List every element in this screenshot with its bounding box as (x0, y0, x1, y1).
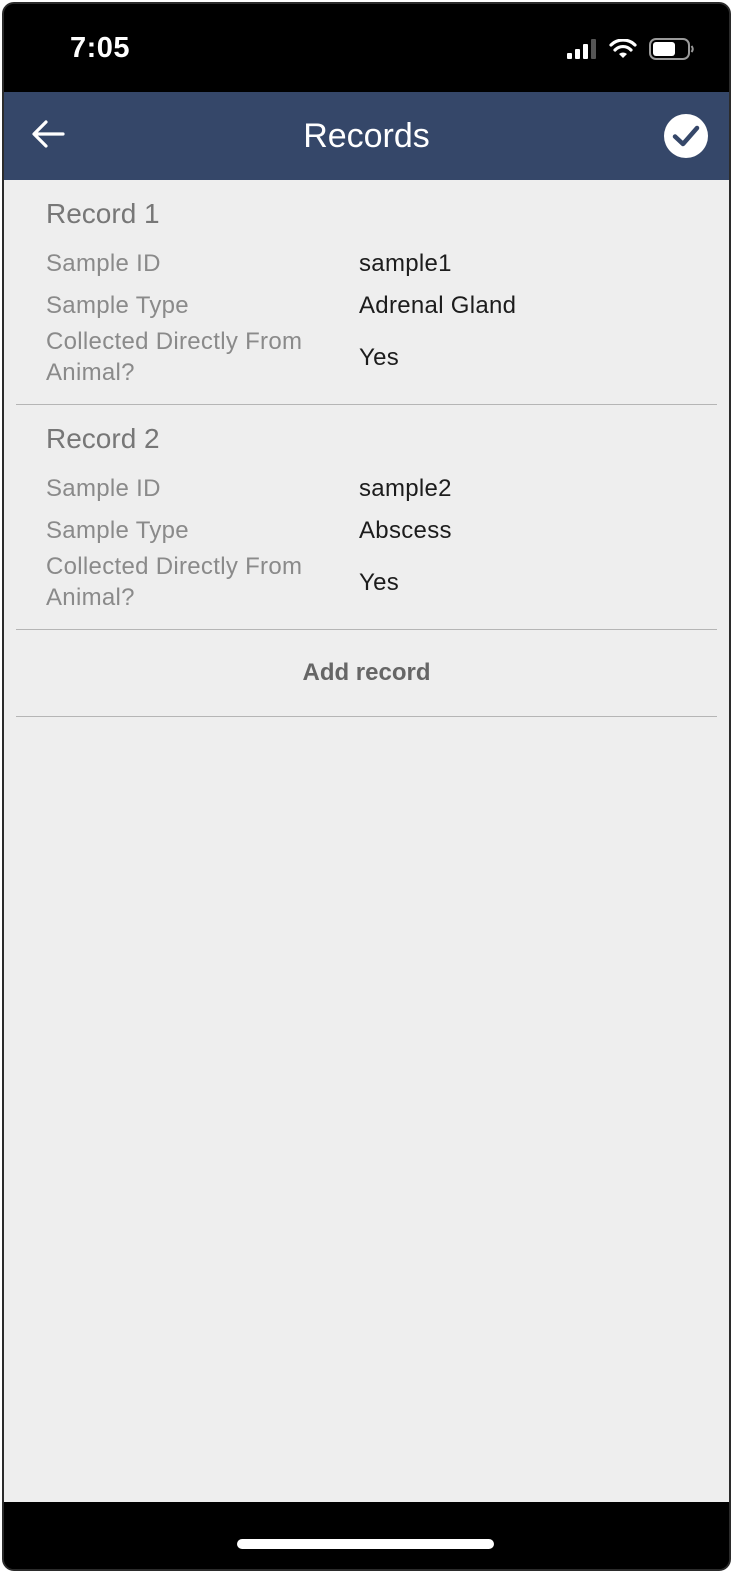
status-time: 7:05 (70, 32, 131, 64)
page-title: Records (303, 117, 430, 155)
field-label: Collected Directly From Animal? (46, 553, 303, 611)
record-card[interactable]: Record 1 Sample ID sample1 Sample Type A… (16, 180, 717, 405)
record-title: Record 2 (46, 423, 160, 454)
status-icons (567, 38, 695, 65)
back-button[interactable] (26, 114, 70, 158)
wifi-icon (609, 38, 637, 64)
home-indicator[interactable] (237, 1539, 494, 1549)
check-circle-icon (663, 114, 709, 163)
cellular-signal-icon (567, 39, 597, 64)
field-value: sample2 (359, 474, 452, 502)
arrow-left-icon (31, 119, 65, 154)
field-row-sample-id: Sample ID sample2 (46, 467, 717, 509)
status-bar: 7:05 (4, 4, 729, 92)
field-value: Yes (359, 568, 400, 596)
battery-icon (649, 38, 695, 65)
field-label: Sample ID (46, 249, 161, 277)
record-card[interactable]: Record 2 Sample ID sample2 Sample Type A… (16, 405, 717, 630)
field-label: Sample ID (46, 474, 161, 502)
field-value: Adrenal Gland (359, 291, 517, 319)
field-row-collected-directly: Collected Directly From Animal? Yes (46, 551, 717, 613)
records-list: Record 1 Sample ID sample1 Sample Type A… (4, 180, 729, 1502)
field-label: Sample Type (46, 291, 189, 319)
field-row-sample-id: Sample ID sample1 (46, 242, 717, 284)
field-row-sample-type: Sample Type Adrenal Gland (46, 284, 717, 326)
record-title: Record 1 (46, 198, 160, 229)
add-record-button[interactable]: Add record (16, 630, 717, 717)
phone-screen: 7:05 Records Record 1 Sample ID sample1 … (2, 2, 731, 1571)
field-value: Abscess (359, 516, 452, 544)
done-button[interactable] (663, 113, 709, 159)
field-label: Collected Directly From Animal? (46, 328, 303, 386)
field-value: sample1 (359, 249, 452, 277)
bottom-bar (4, 1502, 729, 1569)
app-bar: Records (4, 92, 729, 180)
field-value: Yes (359, 343, 400, 371)
field-label: Sample Type (46, 516, 189, 544)
field-row-collected-directly: Collected Directly From Animal? Yes (46, 326, 717, 388)
field-row-sample-type: Sample Type Abscess (46, 509, 717, 551)
